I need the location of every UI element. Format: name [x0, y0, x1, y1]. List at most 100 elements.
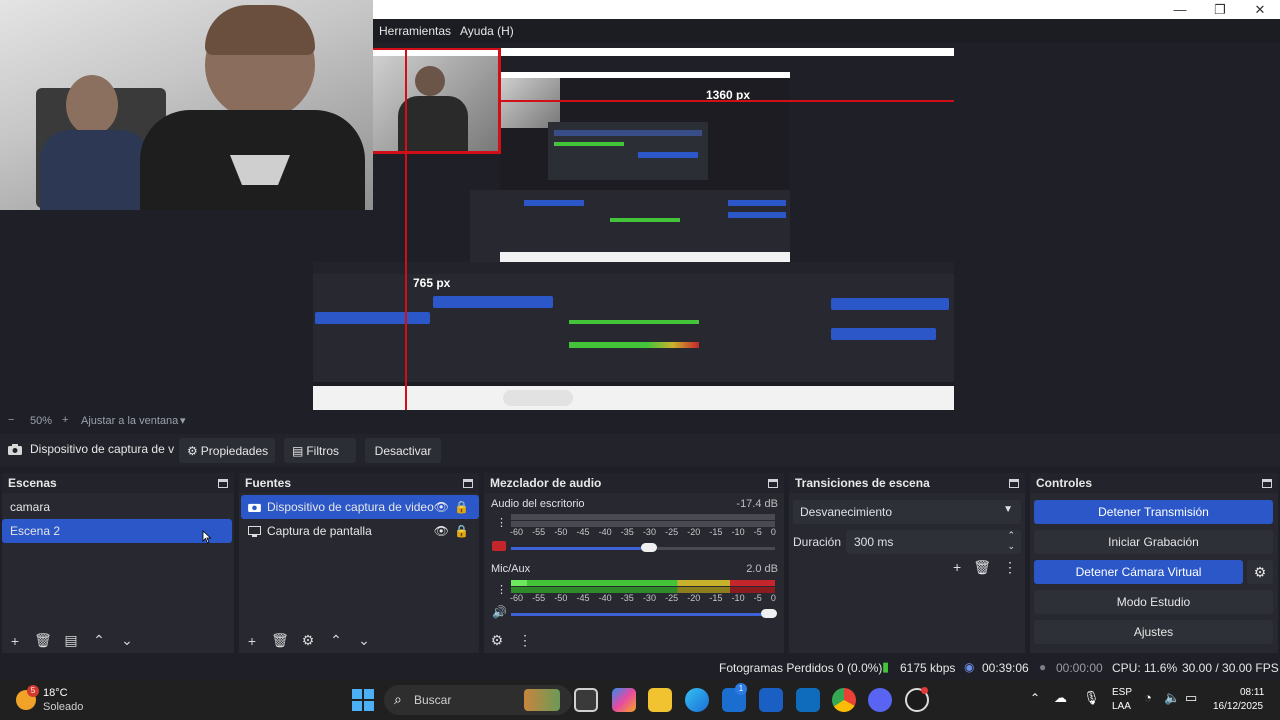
trash-icon[interactable]: 🗑	[973, 559, 991, 576]
volume-knob[interactable]	[761, 609, 777, 618]
float-icon[interactable]	[768, 478, 778, 488]
kebab-icon[interactable]: ⋮	[1003, 559, 1017, 576]
windows-start-icon[interactable]	[352, 689, 374, 711]
scenes-dock: Escenas camara Escena 2 + 🗑 ▤ ⌃ ⌄	[2, 473, 234, 653]
stream-icon: ◉	[964, 660, 975, 674]
kebab-icon[interactable]: ⋮	[516, 632, 534, 649]
filters-label: Filtros	[306, 443, 340, 458]
move-up-icon[interactable]: ⌃	[327, 632, 345, 649]
lock-icon[interactable]: 🔒	[454, 519, 469, 543]
float-icon[interactable]	[218, 478, 228, 488]
file-explorer-icon[interactable]	[648, 688, 672, 712]
deactivate-label: Desactivar	[374, 443, 432, 458]
signal-icon: ▮	[882, 659, 890, 674]
nested-docks	[313, 262, 954, 382]
transition-select[interactable]: Desvanecimiento ▼	[793, 500, 1021, 524]
scene-filters-icon[interactable]: ▤	[62, 632, 80, 649]
start-record-button[interactable]: Iniciar Grabación	[1034, 530, 1273, 554]
wifi-icon[interactable]: ◔	[1144, 690, 1152, 705]
window-controls: — ❐ ✕	[1160, 0, 1280, 19]
kebab-icon[interactable]: ⋮	[496, 583, 507, 596]
stop-stream-button[interactable]: Detener Transmisión	[1034, 500, 1273, 524]
cloud-icon[interactable]: ☁	[1054, 690, 1067, 706]
chevron-up-icon[interactable]: ⌃	[1030, 691, 1040, 705]
move-down-icon[interactable]: ⌄	[118, 632, 136, 649]
language-secondary[interactable]: LAA	[1112, 701, 1131, 712]
volume-slider[interactable]	[511, 613, 775, 616]
volume-icon[interactable]: 🔈	[1164, 690, 1180, 706]
spinner-down-icon[interactable]: ⌄	[1007, 541, 1015, 552]
transition-selected: Desvanecimiento	[800, 505, 893, 519]
float-icon[interactable]	[1262, 478, 1272, 488]
volume-knob[interactable]	[641, 543, 657, 552]
spinner-up-icon[interactable]: ⌃	[1007, 530, 1015, 541]
eye-icon[interactable]: 👁	[434, 519, 449, 543]
weather-desc: Soleado	[43, 701, 84, 713]
close-button[interactable]: ✕	[1240, 0, 1280, 19]
edge-icon[interactable]	[685, 688, 709, 712]
duration-field[interactable]: 300 ms ⌃ ⌄	[846, 530, 1021, 554]
record-icon: ●	[1039, 660, 1047, 674]
microphone-icon[interactable]: 🎙	[1083, 690, 1100, 706]
scene-item-camara[interactable]: camara	[2, 495, 232, 519]
add-transition-button[interactable]: +	[953, 559, 961, 576]
mixer-title: Mezclador de audio	[490, 476, 602, 490]
speaker-icon[interactable]: 🔊	[492, 605, 507, 619]
filter-icon: ▤	[292, 443, 304, 458]
source-item-capture-device[interactable]: Dispositivo de captura de video 👁 🔒	[241, 495, 479, 519]
fit-window-label[interactable]: Ajustar a la ventana	[81, 415, 178, 427]
filters-button[interactable]: ▤ Filtros	[284, 438, 356, 463]
trash-icon[interactable]: 🗑	[271, 632, 289, 649]
copilot-icon[interactable]	[612, 688, 636, 712]
search-highlight-icon	[524, 689, 560, 711]
kebab-icon[interactable]: ⋮	[496, 516, 507, 529]
clock-date[interactable]: 16/12/2025	[1213, 701, 1263, 712]
discord-icon[interactable]	[868, 688, 892, 712]
deactivate-button[interactable]: Desactivar	[365, 438, 441, 463]
channel-name: Audio del escritorio	[491, 498, 585, 510]
zoom-in-button[interactable]: +	[62, 414, 68, 426]
app-icon[interactable]	[759, 688, 783, 712]
task-view-icon[interactable]	[574, 688, 598, 712]
taskbar-search[interactable]: ⌕ Buscar	[384, 685, 572, 715]
status-bar: Fotogramas Perdidos 0 (0.0%) ▮ 6175 kbps…	[0, 657, 1280, 679]
studio-mode-button[interactable]: Modo Estudio	[1034, 590, 1273, 614]
volume-slider[interactable]	[511, 547, 641, 550]
clock-time[interactable]: 08:11	[1240, 687, 1264, 698]
gear-icon[interactable]: ⚙	[488, 632, 506, 649]
trash-icon[interactable]: 🗑	[34, 632, 52, 649]
chrome-icon[interactable]	[832, 688, 856, 712]
zoom-level: 50%	[30, 415, 53, 427]
chevron-down-icon[interactable]: ▾	[180, 414, 186, 427]
scene-item-escena-2[interactable]: Escena 2	[2, 519, 232, 543]
eye-icon[interactable]: 👁	[434, 495, 449, 519]
menu-herramientas[interactable]: Herramientas	[379, 24, 451, 38]
source-item-screen-capture[interactable]: Captura de pantalla 👁 🔒	[241, 519, 479, 543]
minimize-button[interactable]: —	[1160, 0, 1200, 19]
battery-icon[interactable]: ▭	[1185, 690, 1197, 706]
float-icon[interactable]	[463, 478, 473, 488]
language-primary[interactable]: ESP	[1112, 687, 1132, 698]
properties-button[interactable]: ⚙ Propiedades	[179, 438, 275, 463]
stop-virtualcam-button[interactable]: Detener Cámara Virtual	[1034, 560, 1243, 584]
lock-icon[interactable]: 🔒	[454, 495, 469, 519]
add-source-button[interactable]: +	[243, 633, 261, 649]
float-icon[interactable]	[1009, 478, 1019, 488]
mute-icon[interactable]	[492, 541, 506, 551]
recording-dot	[921, 687, 928, 694]
move-up-icon[interactable]: ⌃	[90, 632, 108, 649]
menu-ayuda[interactable]: Ayuda (H)	[460, 24, 514, 38]
move-down-icon[interactable]: ⌄	[355, 632, 373, 649]
gear-icon[interactable]: ⚙	[299, 632, 317, 649]
settings-button[interactable]: Ajustes	[1034, 620, 1273, 644]
search-icon: ⌕	[394, 691, 402, 707]
zoom-out-button[interactable]: −	[8, 414, 14, 426]
transitions-title: Transiciones de escena	[795, 476, 930, 490]
add-scene-button[interactable]: +	[6, 633, 24, 649]
webcam-source-preview[interactable]	[0, 0, 373, 210]
nested-preview	[313, 56, 954, 262]
outlook-icon[interactable]	[796, 688, 820, 712]
restore-button[interactable]: ❐	[1200, 0, 1240, 19]
gear-icon[interactable]: ⚙	[1247, 560, 1273, 584]
controls-title: Controles	[1036, 476, 1093, 490]
